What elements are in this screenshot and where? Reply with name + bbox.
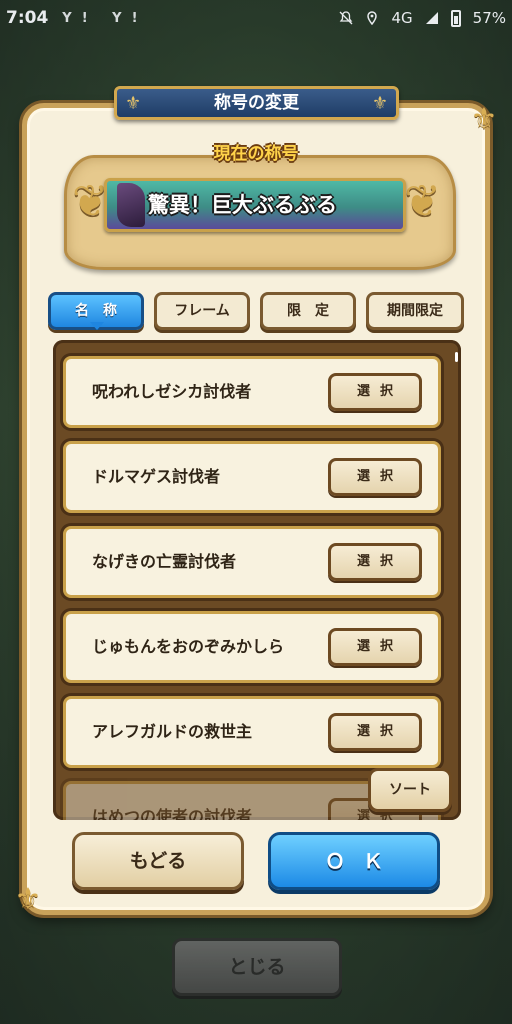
clock: 7:04	[6, 8, 49, 28]
active-tab-pointer-icon	[90, 322, 104, 330]
close-button[interactable]: とじる	[172, 938, 342, 996]
list-item: 呪われしゼシカ討伐者 選択	[63, 356, 441, 428]
select-button[interactable]: 選択	[328, 713, 422, 751]
tab-period-limited[interactable]: 期間限定	[366, 292, 464, 330]
scrollbar[interactable]	[455, 352, 458, 362]
laurel-right-icon: ❦	[404, 176, 441, 227]
list-item: じゅもんをおのぞみかしら 選択	[63, 611, 441, 683]
status-icons: 4G 57%	[339, 9, 506, 27]
current-title-text: 驚異！巨大ぶるぶる	[148, 193, 337, 217]
select-button[interactable]: 選択	[328, 373, 422, 411]
select-button[interactable]: 選択	[328, 543, 422, 581]
corner-ornament-icon: ⚜	[14, 882, 42, 917]
tab-frame[interactable]: フレーム	[154, 292, 250, 330]
select-button[interactable]: 選択	[328, 458, 422, 496]
title-name: なげきの亡霊討伐者	[92, 552, 237, 571]
battery-percent: 57%	[472, 9, 506, 27]
title-list[interactable]: 呪われしゼシカ討伐者 選択 ドルマゲス討伐者 選択 なげきの亡霊討伐者 選択 じ…	[53, 340, 461, 820]
signal-icon	[425, 12, 438, 24]
title-name: じゅもんをおのぞみかしら	[92, 637, 285, 656]
title-name: アレフガルドの救世主	[92, 722, 253, 741]
title-name: ドルマゲス討伐者	[92, 467, 221, 486]
sort-button[interactable]: ソート	[368, 768, 452, 812]
select-button[interactable]: 選択	[328, 628, 422, 666]
current-title-label: 現在の称号	[213, 144, 299, 164]
wing-emblem-icon	[117, 183, 145, 227]
list-item: なげきの亡霊討伐者 選択	[63, 526, 441, 598]
fleur-de-lis-icon: ⚜	[125, 93, 142, 114]
fleur-de-lis-icon: ⚜	[371, 93, 388, 114]
yahoo-notification-icon: Y! Y!	[62, 10, 148, 26]
battery-icon	[450, 9, 461, 27]
ok-button[interactable]: ＯＫ	[268, 832, 440, 890]
location-icon	[367, 11, 378, 25]
network-type: 4G	[391, 9, 413, 27]
dialog-title-text: 称号の変更	[214, 93, 299, 113]
dialog-title: ⚜ 称号の変更 ⚜	[114, 86, 399, 120]
corner-ornament-icon: ⚜	[470, 102, 498, 137]
title-name: 呪われしゼシカ討伐者	[92, 382, 252, 401]
title-name: はめつの使者の討伐者	[92, 807, 253, 820]
status-bar: 7:04 Y! Y! 4G 57%	[0, 0, 512, 36]
back-button[interactable]: もどる	[72, 832, 244, 890]
list-item: アレフガルドの救世主 選択	[63, 696, 441, 768]
tab-limited[interactable]: 限 定	[260, 292, 356, 330]
list-item: ドルマゲス討伐者 選択	[63, 441, 441, 513]
mute-bell-icon	[340, 11, 353, 25]
